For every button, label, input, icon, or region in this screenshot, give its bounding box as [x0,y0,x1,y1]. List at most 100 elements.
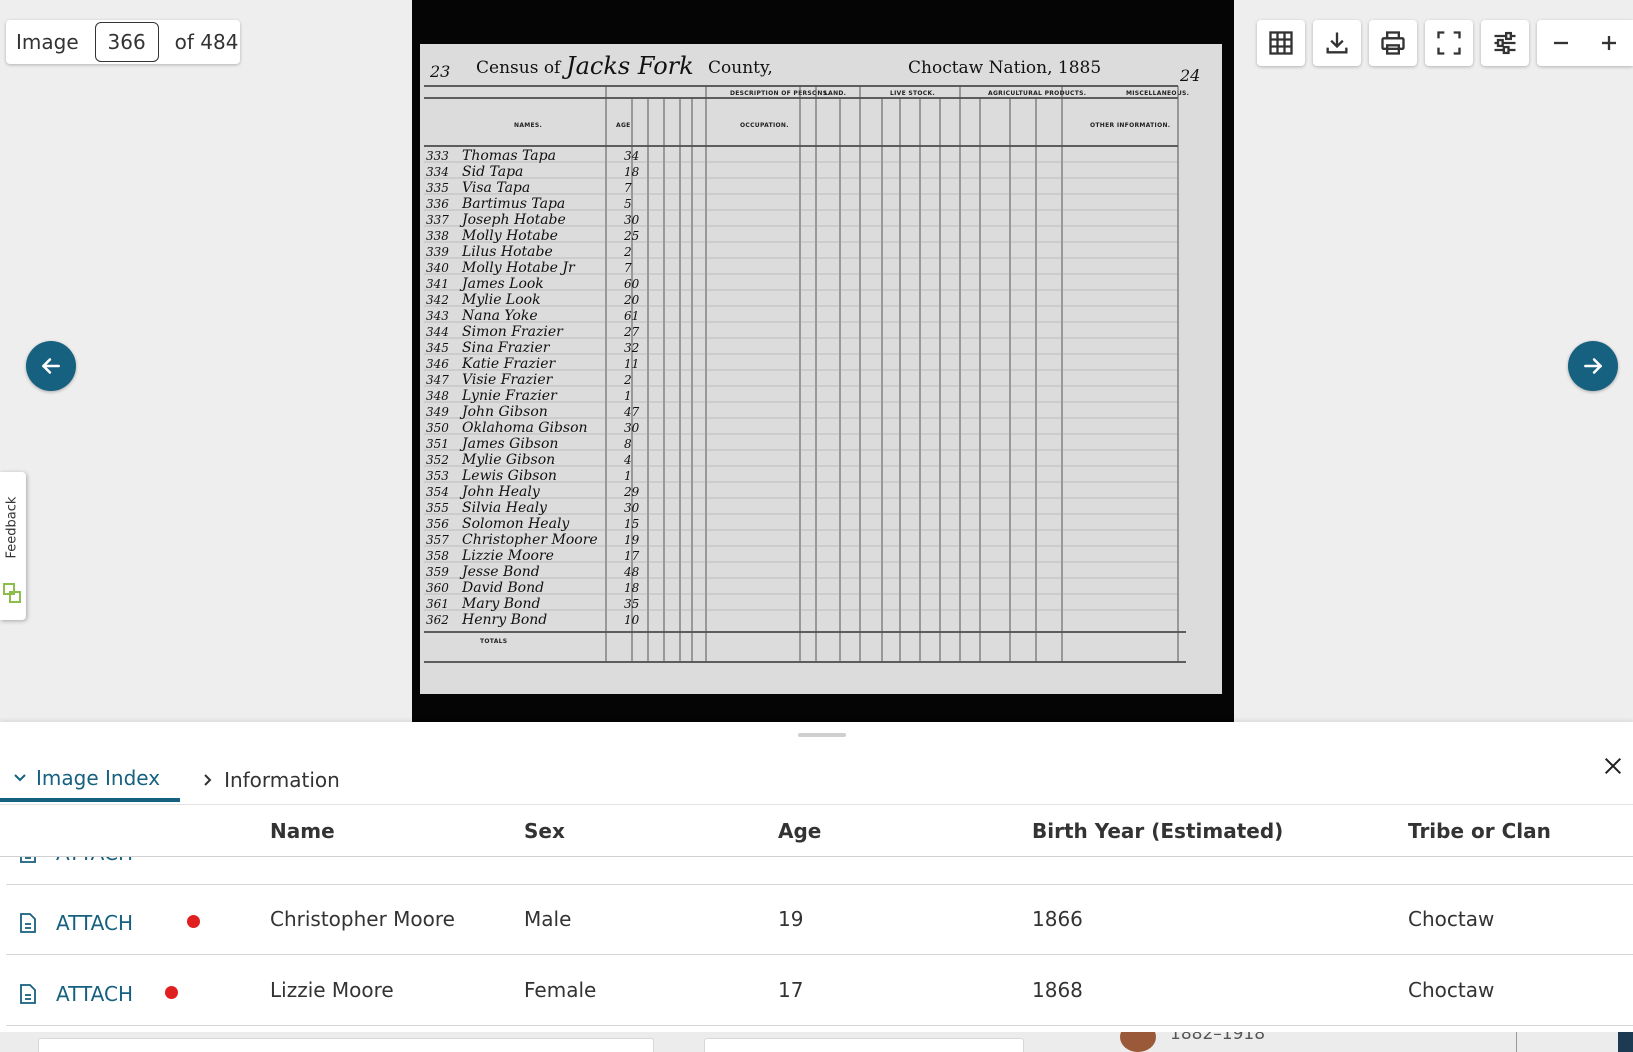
entry-number: 342 [426,293,449,307]
fullscreen-button[interactable] [1425,20,1473,66]
entry-number: 357 [426,533,449,547]
entry-name: John Gibson [462,404,548,420]
entry-age: 17 [624,549,640,563]
entry-name: Lewis Gibson [462,468,557,484]
attach-button[interactable]: ATTACH [18,857,133,865]
entry-number: 339 [426,245,449,259]
entry-name: Sid Tapa [462,164,524,180]
download-icon [1326,32,1348,54]
census-document-image[interactable]: 23 Census of Jacks Fork County, Choctaw … [412,0,1234,722]
entry-name: James Gibson [462,436,559,452]
entry-number: 353 [426,469,449,483]
close-panel-button[interactable] [1597,750,1629,782]
drawer-resize-handle[interactable] [798,733,846,737]
entry-age: 25 [624,229,640,243]
tool-group-fullscreen [1425,20,1473,66]
entry-name: Sina Frazier [462,340,550,356]
entry-number: 362 [426,613,449,627]
entry-number: 361 [426,597,449,611]
tool-group-download [1313,20,1361,66]
previous-image-button[interactable] [26,341,76,391]
document-icon [20,984,36,1004]
entry-age: 8 [624,437,632,451]
document-icon [20,913,36,933]
entry-age: 35 [624,597,640,611]
entry-age: 32 [624,341,640,355]
chevron-right-icon [204,774,212,786]
next-image-button[interactable] [1568,341,1618,391]
download-button[interactable] [1313,20,1361,66]
entry-age: 18 [624,165,640,179]
zoom-in-icon [1602,36,1616,50]
table-row[interactable]: ATTACH Lizzie Moore Female 17 1868 Choct… [6,956,1633,1026]
entry-number: 348 [426,389,449,403]
arrow-right-icon [1584,358,1602,374]
tab-information[interactable]: Information [180,758,360,802]
census-entry: 357 Christopher Moore 19 [426,532,652,548]
page-scrollbar[interactable] [1618,1032,1633,1052]
chevron-down-icon [14,774,26,782]
tool-group-adjust [1481,20,1529,66]
entry-name: Visa Tapa [462,180,531,196]
entry-name: Bartimus Tapa [462,196,566,212]
entry-number: 343 [426,309,449,323]
grid-view-button[interactable] [1257,20,1305,66]
entry-name: Joseph Hotabe [462,212,566,228]
census-entry: 354 John Healy 29 [426,484,652,500]
entry-number: 352 [426,453,449,467]
page-number-input[interactable]: 366 [94,22,159,62]
entry-name: Visie Frazier [462,372,553,388]
table-header: Name Sex Age Birth Year (Estimated) Trib… [0,805,1633,857]
entry-age: 2 [624,245,632,259]
entry-name: James Look [462,276,544,292]
image-index-panel: Image Index Information Name Sex Age Bir… [0,722,1633,1032]
entry-name: Henry Bond [462,612,548,628]
entry-number: 347 [426,373,449,387]
census-entry: 352 Mylie Gibson 4 [426,452,652,468]
arrow-left-icon [42,358,60,374]
entry-age: 34 [624,149,640,163]
attach-label: ATTACH [56,982,133,1006]
entry-age: 48 [624,565,640,579]
census-entry: 362 Henry Bond 10 [426,612,652,628]
census-entry: 356 Solomon Healy 15 [426,516,652,532]
entry-number: 358 [426,549,449,563]
entry-name: Jesse Bond [462,564,540,580]
image-index-table: Name Sex Age Birth Year (Estimated) Trib… [0,805,1633,1032]
cell-tribe: Choctaw [1408,907,1495,931]
print-button[interactable] [1369,20,1417,66]
attach-button[interactable]: ATTACH [18,982,133,1006]
entry-age: 29 [624,485,640,499]
census-entry: 358 Lizzie Moore 17 [426,548,652,564]
entry-name: Lizzie Moore [462,548,554,564]
entry-number: 337 [426,213,449,227]
census-entry: 343 Nana Yoke 61 [426,308,652,324]
entry-age: 11 [624,357,640,371]
header-sex[interactable]: Sex [524,819,565,843]
attach-button[interactable]: ATTACH [18,911,133,935]
entry-number: 334 [426,165,449,179]
tab-image-index[interactable]: Image Index [0,758,181,802]
feedback-tab[interactable]: Feedback [0,472,26,620]
entry-number: 340 [426,261,449,275]
entry-number: 360 [426,581,449,595]
zoom-in-button[interactable] [1585,20,1633,66]
tool-group-print [1369,20,1417,66]
census-entry: 340 Molly Hotabe Jr 7 [426,260,652,276]
header-age[interactable]: Age [778,819,821,843]
cell-sex: Female [524,978,597,1002]
zoom-out-button[interactable] [1537,20,1585,66]
entry-name: John Healy [462,484,540,500]
census-entry: 359 Jesse Bond 48 [426,564,652,580]
table-row[interactable]: ATTACH Christopher Moore Male 19 1866 Ch… [6,885,1633,955]
entry-name: Molly Hotabe [462,228,558,244]
entry-number: 345 [426,341,449,355]
census-entry: 344 Simon Frazier 27 [426,324,652,340]
feedback-label: Feedback [4,496,20,559]
header-name[interactable]: Name [270,819,335,843]
feedback-leaf-icon [3,583,21,603]
header-tribe[interactable]: Tribe or Clan [1408,819,1551,843]
adjust-button[interactable] [1481,20,1529,66]
cell-name: Christopher Moore [270,907,455,931]
header-birth-year[interactable]: Birth Year (Estimated) [1032,819,1283,843]
